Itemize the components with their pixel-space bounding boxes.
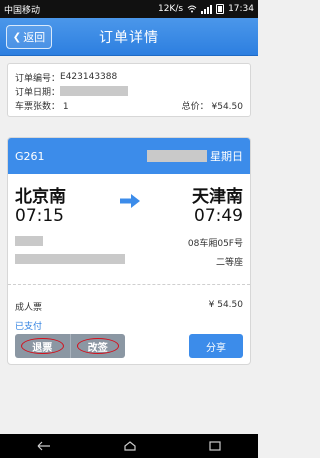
order-number-label: 订单编号： bbox=[15, 73, 61, 84]
travel-weekday: 星期日 bbox=[210, 150, 243, 163]
status-bar: 中国移动 12K/s 17:34 bbox=[0, 0, 258, 18]
navigation-bar bbox=[0, 434, 258, 458]
share-button[interactable]: 分享 bbox=[189, 334, 243, 358]
ticket-divider bbox=[8, 284, 250, 285]
departure-time: 07:15 bbox=[15, 206, 64, 226]
passenger-type: 成人票 bbox=[15, 303, 43, 313]
total-price-value: ¥54.50 bbox=[211, 101, 244, 112]
share-button-label: 分享 bbox=[206, 342, 226, 354]
ticket-price: ¥ 54.50 bbox=[208, 300, 243, 310]
total-price-label: 总价： bbox=[181, 101, 209, 112]
annotation-circle bbox=[76, 338, 119, 354]
order-number-row: 订单编号： E423143388 bbox=[15, 70, 243, 84]
battery-icon bbox=[216, 4, 225, 14]
ticket-count-value: 1 bbox=[62, 101, 69, 112]
ticket-count-label: 车票张数： bbox=[15, 101, 61, 112]
page-title: 订单详情 bbox=[99, 30, 159, 46]
order-date-label: 订单日期： bbox=[15, 87, 61, 98]
order-summary-card: 订单编号： E423143388 订单日期： 车票张数： 1 总价： ¥54.5… bbox=[7, 63, 251, 117]
order-date-redacted bbox=[60, 86, 129, 96]
refund-button[interactable]: 退票 bbox=[15, 334, 70, 358]
seat-class: 二等座 bbox=[215, 258, 243, 268]
clock: 17:34 bbox=[228, 4, 254, 14]
train-number: G261 bbox=[15, 149, 45, 163]
change-ticket-button[interactable]: 改签 bbox=[69, 334, 126, 358]
ticket-card: G261 星期日 北京南 天津南 07:15 07:49 08车厢05F号 二等… bbox=[7, 137, 251, 365]
route-section: 北京南 天津南 07:15 07:49 08车厢05F号 二等座 bbox=[8, 174, 250, 274]
annotation-circle bbox=[21, 338, 64, 354]
arrival-station: 天津南 bbox=[192, 187, 243, 207]
ticket-price-row: 成人票 ¥ 54.50 bbox=[15, 300, 243, 313]
wifi-icon bbox=[187, 5, 197, 13]
travel-date: 星期日 bbox=[147, 148, 243, 164]
seat-number: 08车厢05F号 bbox=[187, 239, 243, 249]
order-number-value: E423143388 bbox=[60, 72, 118, 82]
order-date-row: 订单日期： bbox=[15, 84, 243, 98]
ticket-header: G261 星期日 bbox=[8, 138, 250, 174]
travel-date-redacted bbox=[147, 150, 207, 162]
status-icons: 12K/s 17:34 bbox=[158, 4, 254, 14]
carrier-name: 中国移动 bbox=[4, 5, 41, 16]
payment-status: 已支付 bbox=[15, 322, 43, 332]
back-nav-icon[interactable] bbox=[37, 441, 51, 451]
title-bar: ❮ 返回 订单详情 bbox=[0, 18, 258, 56]
ticket-action-group: 退票 改签 bbox=[15, 334, 125, 358]
id-number-redacted bbox=[15, 254, 125, 264]
recent-apps-icon[interactable] bbox=[209, 441, 221, 451]
arrow-right-icon bbox=[120, 194, 140, 208]
departure-station: 北京南 bbox=[15, 187, 66, 207]
network-speed: 12K/s bbox=[157, 4, 184, 14]
home-nav-icon[interactable] bbox=[124, 441, 136, 451]
passenger-name-redacted bbox=[15, 236, 43, 246]
arrival-time: 07:49 bbox=[194, 206, 243, 226]
ticket-count-row: 车票张数： 1 总价： ¥54.50 bbox=[15, 98, 243, 112]
signal-icon bbox=[201, 4, 213, 14]
